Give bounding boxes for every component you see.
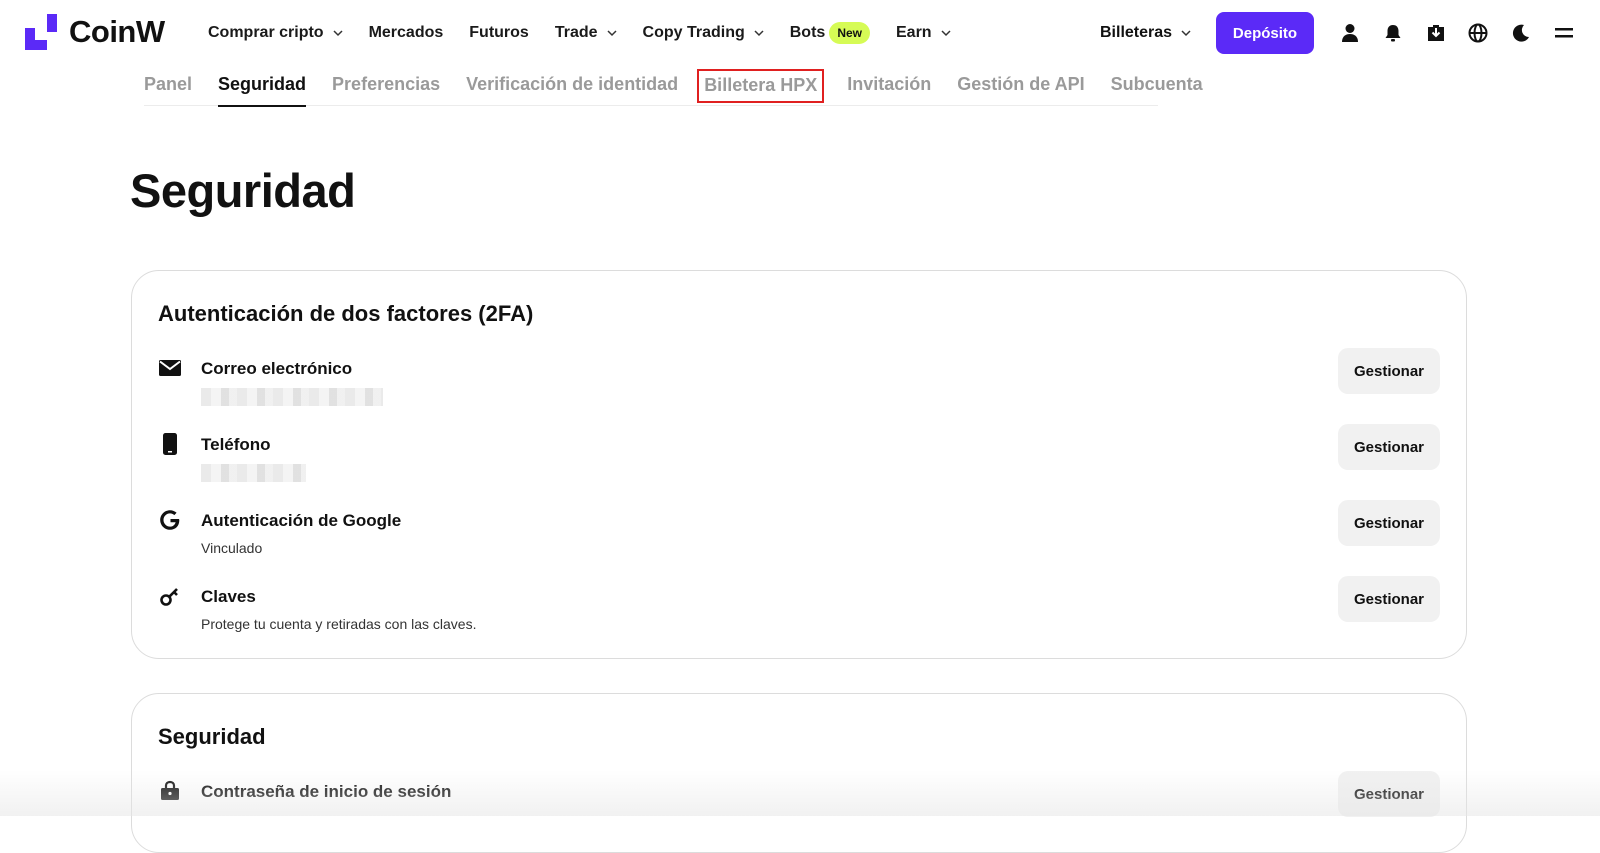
menu-icon[interactable] — [1553, 22, 1575, 44]
tab-verificacion-identidad[interactable]: Verificación de identidad — [466, 70, 678, 106]
wallets-dropdown[interactable]: Billeteras — [1100, 24, 1191, 42]
main-nav: Comprar cripto Mercados Futuros Trade Co… — [208, 20, 977, 46]
download-icon[interactable] — [1425, 22, 1447, 44]
brand-name: CoinW — [69, 14, 165, 49]
row-label: Teléfono — [201, 435, 271, 454]
tab-gestion-api[interactable]: Gestión de API — [957, 70, 1084, 106]
nav-label: Earn — [896, 24, 932, 41]
security-card: Seguridad Contraseña de inicio de sesión… — [131, 693, 1467, 853]
card-title: Seguridad — [158, 724, 266, 749]
twofa-row-email: Correo electrónico Gestionar — [158, 348, 1440, 416]
bell-icon[interactable] — [1382, 22, 1404, 44]
twofa-row-phone: Teléfono Gestionar — [158, 424, 1440, 492]
row-label: Claves — [201, 587, 256, 606]
row-status: Vinculado — [201, 540, 263, 556]
coinw-logo-icon — [25, 14, 57, 50]
manage-keys-button[interactable]: Gestionar — [1338, 576, 1440, 622]
tab-preferencias[interactable]: Preferencias — [332, 70, 440, 106]
key-icon — [160, 588, 178, 606]
new-badge: New — [829, 22, 870, 44]
nav-label: Mercados — [368, 24, 444, 41]
tab-subcuenta[interactable]: Subcuenta — [1111, 70, 1203, 106]
nav-comprar-cripto[interactable]: Comprar cripto — [208, 24, 343, 42]
tab-billetera-hpx[interactable]: Billetera HPX — [697, 69, 825, 103]
row-label: Correo electrónico — [201, 359, 353, 378]
twofa-card: Autenticación de dos factores (2FA) Corr… — [131, 270, 1467, 659]
nav-mercados[interactable]: Mercados — [369, 24, 444, 42]
tab-invitacion[interactable]: Invitación — [847, 70, 931, 106]
chevron-down-icon — [333, 30, 343, 37]
manage-login-password-button[interactable]: Gestionar — [1338, 771, 1440, 817]
nav-bots[interactable]: Bots New — [790, 22, 870, 44]
coinw-logo[interactable]: CoinW — [25, 14, 165, 50]
deposit-button[interactable]: Depósito — [1216, 12, 1314, 54]
manage-email-button[interactable]: Gestionar — [1338, 348, 1440, 394]
nav-copy-trading[interactable]: Copy Trading — [643, 24, 764, 42]
phone-icon — [163, 433, 177, 455]
tab-seguridad[interactable]: Seguridad — [218, 70, 307, 107]
google-icon — [160, 510, 180, 530]
nav-label: Futuros — [469, 24, 529, 41]
nav-label: Copy Trading — [642, 24, 745, 41]
twofa-row-keys: Claves Protege tu cuenta y retiradas con… — [158, 576, 1440, 644]
wallets-label: Billeteras — [1100, 24, 1173, 41]
nav-label: Comprar cripto — [208, 24, 324, 41]
masked-email-value — [201, 388, 383, 406]
globe-icon[interactable] — [1467, 22, 1489, 44]
row-label: Contraseña de inicio de sesión — [201, 782, 452, 801]
row-label: Autenticación de Google — [201, 511, 402, 530]
account-subnav: Panel Seguridad Preferencias Verificació… — [144, 69, 1203, 107]
row-description: Protege tu cuenta y retiradas con las cl… — [201, 616, 477, 632]
nav-earn[interactable]: Earn — [896, 24, 951, 42]
moon-icon[interactable] — [1510, 22, 1532, 44]
nav-trade[interactable]: Trade — [555, 24, 617, 42]
twofa-row-google: Autenticación de Google Vinculado Gestio… — [158, 500, 1440, 568]
chevron-down-icon — [606, 30, 617, 37]
lock-icon — [161, 780, 179, 800]
nav-futuros[interactable]: Futuros — [469, 24, 529, 42]
card-title: Autenticación de dos factores (2FA) — [158, 301, 534, 326]
masked-phone-value — [201, 464, 306, 482]
top-navigation-bar: CoinW Comprar cripto Mercados Futuros Tr… — [0, 0, 1600, 66]
chevron-down-icon — [754, 30, 764, 37]
security-row-login-password: Contraseña de inicio de sesión Gestionar — [158, 771, 1440, 839]
manage-google-auth-button[interactable]: Gestionar — [1338, 500, 1440, 546]
user-icon[interactable] — [1339, 22, 1361, 44]
nav-label: Trade — [554, 24, 598, 41]
nav-label: Bots — [789, 24, 826, 41]
mail-icon — [159, 360, 181, 376]
chevron-down-icon — [941, 30, 951, 37]
tab-panel[interactable]: Panel — [144, 70, 192, 106]
manage-phone-button[interactable]: Gestionar — [1338, 424, 1440, 470]
page-title: Seguridad — [130, 164, 356, 217]
chevron-down-icon — [1181, 30, 1191, 37]
